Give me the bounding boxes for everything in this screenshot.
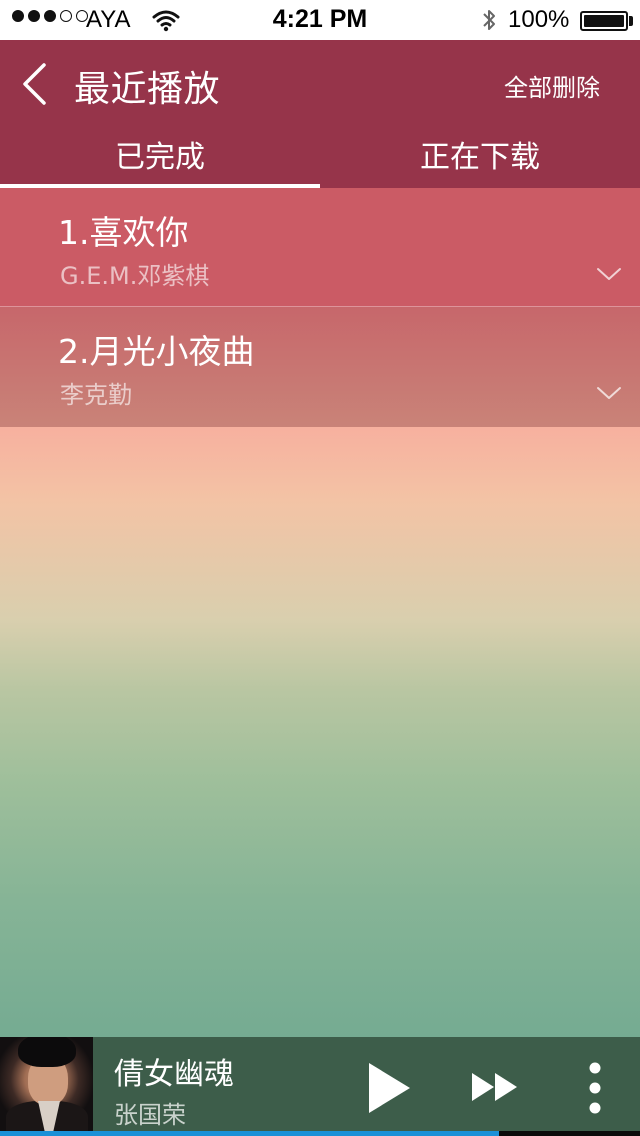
now-playing-title: 倩女幽魂: [114, 1057, 234, 1092]
now-playing-artist: 张国荣: [114, 1101, 186, 1129]
album-art-shape: [18, 1037, 76, 1067]
song-title: 1.喜欢你: [58, 213, 189, 252]
chevron-down-icon[interactable]: [596, 266, 622, 282]
back-button[interactable]: [14, 60, 54, 108]
tab-completed[interactable]: 已完成: [0, 132, 320, 188]
status-bar: AYA 4:21 PM 100%: [0, 0, 640, 40]
chevron-down-icon[interactable]: [596, 385, 622, 401]
battery-icon: [580, 11, 628, 31]
song-title: 2.月光小夜曲: [58, 332, 255, 371]
page-title: 最近播放: [74, 69, 221, 110]
song-list: 1.喜欢你 G.E.M.邓紫棋 2.月光小夜曲 李克勤: [0, 188, 640, 427]
playback-progress-fill: [0, 1131, 500, 1136]
bluetooth-icon: [483, 10, 495, 30]
song-list-item[interactable]: 2.月光小夜曲 李克勤: [0, 307, 640, 427]
battery-fill: [584, 15, 624, 27]
battery-percentage: 100%: [508, 6, 570, 33]
now-playing-bar: 倩女幽魂 张国荣: [0, 1037, 640, 1136]
playback-progress-bar[interactable]: [0, 1131, 640, 1136]
tab-downloading[interactable]: 正在下载: [320, 132, 640, 188]
more-vertical-icon[interactable]: [584, 1061, 606, 1115]
battery-cap: [629, 16, 633, 26]
tab-bar: 已完成 正在下载: [0, 132, 640, 188]
fast-forward-icon[interactable]: [470, 1070, 522, 1104]
song-list-item[interactable]: 1.喜欢你 G.E.M.邓紫棋: [0, 188, 640, 307]
delete-all-button[interactable]: 全部删除: [504, 68, 600, 103]
app-header: 最近播放 全部删除 已完成 正在下载: [0, 40, 640, 188]
play-icon[interactable]: [365, 1059, 415, 1117]
album-art[interactable]: [0, 1037, 93, 1131]
song-artist: G.E.M.邓紫棋: [60, 262, 210, 290]
song-artist: 李克勤: [60, 381, 132, 409]
chevron-left-icon: [23, 63, 46, 105]
